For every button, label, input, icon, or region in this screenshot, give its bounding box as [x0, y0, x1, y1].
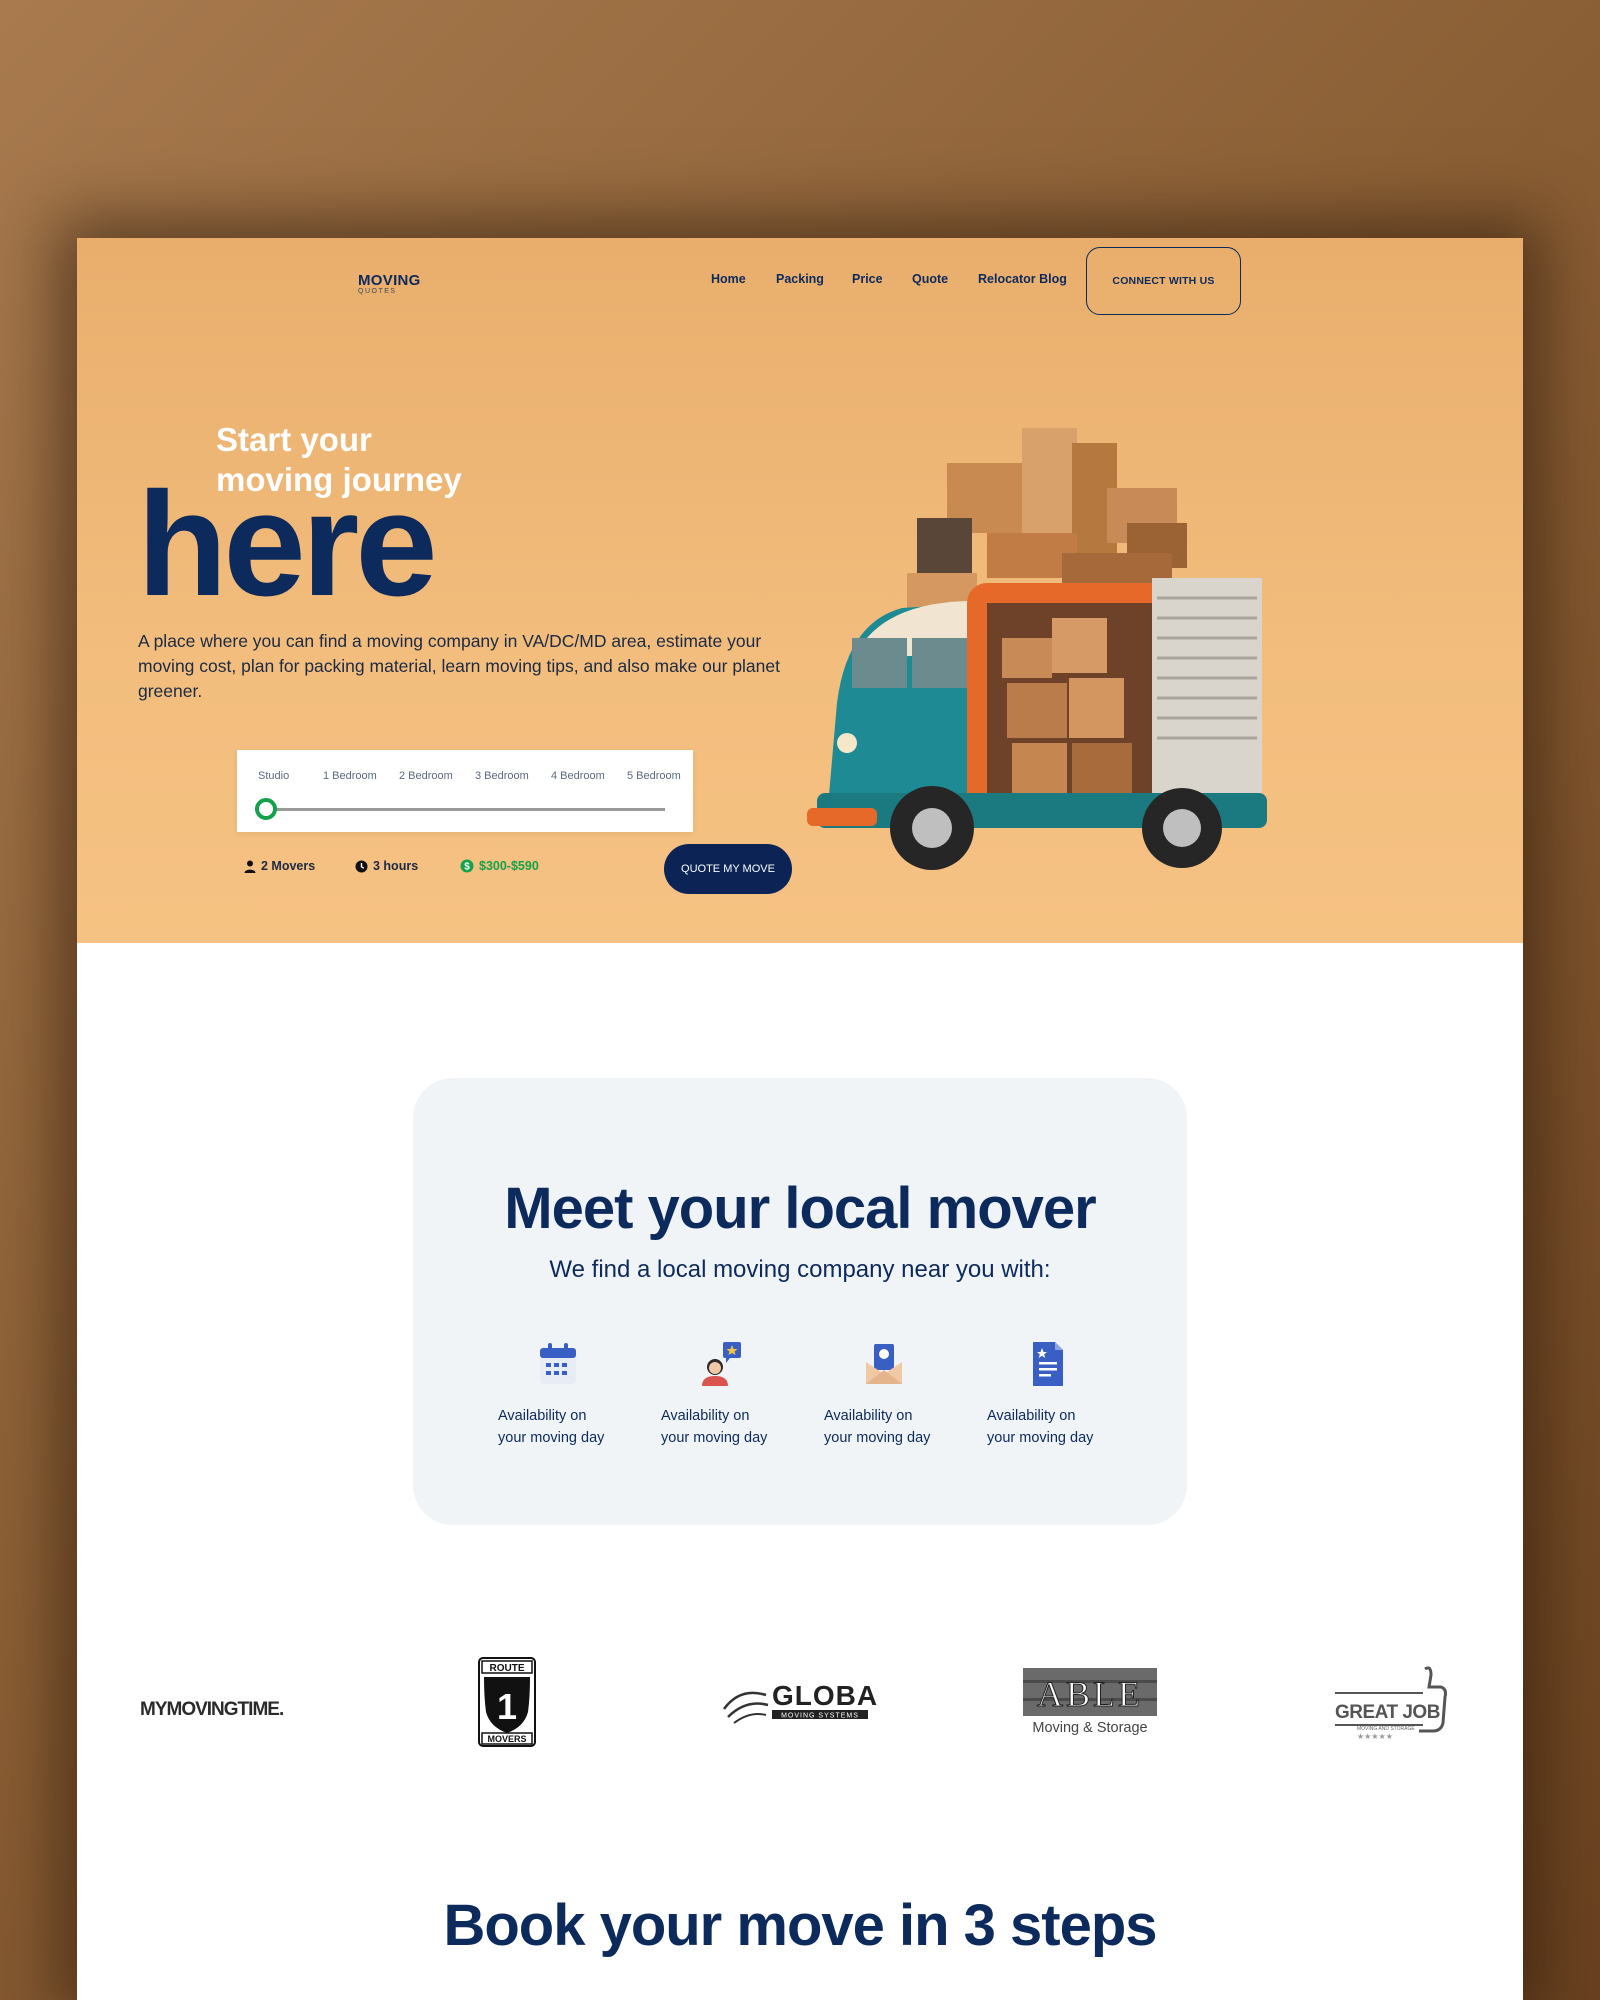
brand-logo-mymovingtime[interactable]: MYMOVINGTIME.	[140, 1694, 300, 1729]
person-icon	[244, 860, 256, 873]
hero-tagline-line1: Start your	[216, 421, 372, 458]
greatjob-name: GREAT JOB	[1335, 1702, 1440, 1723]
document-icon	[1033, 1342, 1063, 1386]
nav-relocator-blog[interactable]: Relocator Blog	[978, 272, 1067, 286]
feature-text: Availability on your moving day	[661, 1405, 791, 1449]
calendar-icon	[540, 1343, 576, 1384]
mover-person-icon	[702, 1342, 741, 1386]
mymovingtime-logo: MYMOVINGTIME.	[140, 1699, 284, 1720]
mover-section-subtitle: We find a local moving company near you …	[549, 1256, 1051, 1283]
slider-option-4-bedroom[interactable]: 4 Bedroom	[551, 770, 605, 782]
moving-van-image	[807, 428, 1267, 870]
hours-stat: 3 hours	[355, 859, 418, 873]
svg-text:$: $	[464, 862, 470, 873]
brand-name: MYMOVINGTIME.	[140, 1699, 283, 1720]
mover-section-title: Meet your local mover	[504, 1176, 1096, 1241]
movers-count: 2 Movers	[261, 859, 316, 873]
hero-description: A place where you can find a moving comp…	[138, 631, 780, 701]
page-frame: MOVING QUOTES Home Packing Price Quote R…	[77, 238, 1523, 2000]
route1-logo: ROUTE 1 MOVERS	[478, 1657, 536, 1747]
greatjob-logo: GREAT JOB MOVING AND STORAGE ★★★★★	[1335, 1666, 1447, 1741]
brand-logo-able[interactable]: ABLE Moving & Storage	[1021, 1666, 1161, 1746]
nav-home[interactable]: Home	[711, 272, 746, 286]
brand-logo-greatjob[interactable]: GREAT JOB MOVING AND STORAGE ★★★★★	[1327, 1663, 1457, 1748]
feature-line1: Availability on	[987, 1408, 1076, 1424]
feature-item: Availability on your moving day	[824, 1340, 954, 1449]
feature-line2: your moving day	[987, 1430, 1094, 1446]
slider-option-studio[interactable]: Studio	[258, 770, 289, 782]
meet-local-mover-card: Meet your local mover We find a local mo…	[413, 1078, 1187, 1525]
nav-price[interactable]: Price	[852, 272, 883, 286]
movers-stat: 2 Movers	[244, 859, 315, 873]
hero-section: MOVING QUOTES Home Packing Price Quote R…	[77, 238, 1523, 943]
bedroom-size-slider[interactable]: Studio 1 Bedroom 2 Bedroom 3 Bedroom 4 B…	[237, 750, 693, 832]
feature-line1: Availability on	[498, 1408, 587, 1424]
feature-item: Availability on your moving day	[498, 1340, 628, 1449]
brand-logo-global[interactable]: GLOBAL MOVING SYSTEMS	[720, 1673, 895, 1733]
global-logo: GLOBAL MOVING SYSTEMS	[722, 1680, 895, 1724]
feature-text: Availability on your moving day	[824, 1405, 954, 1449]
feature-text: Availability on your moving day	[498, 1405, 628, 1449]
route1-top-text: ROUTE	[490, 1663, 525, 1674]
able-logo: ABLE Moving & Storage	[1023, 1668, 1157, 1736]
feature-item: Availability on your moving day	[987, 1340, 1117, 1449]
feature-line1: Availability on	[661, 1408, 750, 1424]
quote-my-move-button[interactable]: QUOTE MY MOVE	[664, 844, 792, 894]
hero-headline: here	[137, 462, 438, 627]
slider-thumb[interactable]	[255, 798, 277, 820]
main-nav: Home Packing Price Quote Relocator Blog	[77, 272, 1523, 292]
slider-option-3-bedroom[interactable]: 3 Bedroom	[475, 770, 529, 782]
slider-track[interactable]	[265, 808, 665, 811]
able-name: ABLE	[1037, 1674, 1143, 1714]
feature-line2: your moving day	[824, 1430, 931, 1446]
brand-logo-route1[interactable]: ROUTE 1 MOVERS	[478, 1657, 536, 1752]
hours-value: 3 hours	[373, 859, 419, 873]
price-stat: $ $300-$590	[460, 859, 539, 873]
price-range: $300-$590	[479, 859, 539, 873]
slider-option-1-bedroom[interactable]: 1 Bedroom	[323, 770, 377, 782]
dollar-icon: $	[460, 859, 474, 873]
clock-icon	[355, 860, 368, 872]
global-name: GLOBAL	[772, 1680, 880, 1711]
feature-line2: your moving day	[661, 1430, 768, 1446]
greatjob-stars-icon: ★★★★★	[1357, 1732, 1393, 1741]
able-sub: Moving & Storage	[1032, 1720, 1147, 1736]
feature-line2: your moving day	[498, 1430, 605, 1446]
steps-section-title: Book your move in 3 steps	[443, 1893, 1157, 1958]
nav-packing[interactable]: Packing	[776, 272, 824, 286]
nav-quote[interactable]: Quote	[912, 272, 948, 286]
slider-option-5-bedroom[interactable]: 5 Bedroom	[627, 770, 681, 782]
global-sub: MOVING SYSTEMS	[781, 1713, 859, 1720]
envelope-money-icon	[866, 1344, 902, 1384]
feature-item: Availability on your moving day	[661, 1340, 791, 1449]
route1-bottom-text: MOVERS	[487, 1734, 526, 1744]
feature-text: Availability on your moving day	[987, 1405, 1117, 1449]
connect-with-us-button[interactable]: CONNECT WITH US	[1086, 247, 1241, 315]
feature-line1: Availability on	[824, 1408, 913, 1424]
slider-option-2-bedroom[interactable]: 2 Bedroom	[399, 770, 453, 782]
route1-number: 1	[497, 1686, 517, 1727]
